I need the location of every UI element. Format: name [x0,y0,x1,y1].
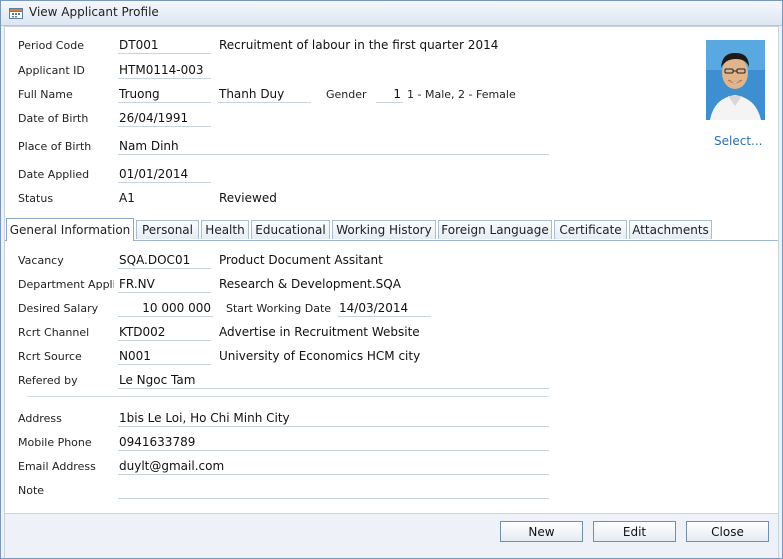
place-of-birth-label: Place of Birth [18,140,92,153]
applicant-id-field[interactable]: HTM0114-003 [118,62,211,79]
address-field[interactable]: 1bis Le Loi, Ho Chi Minh City [118,410,549,427]
status-label: Status [18,192,54,205]
vacancy-label: Vacancy [18,254,64,267]
tab-certificate[interactable]: Certificate [554,220,627,239]
period-code-field[interactable]: DT001 [118,37,211,54]
section-divider [27,396,549,397]
tab-educational[interactable]: Educational [251,220,330,239]
last-name-field[interactable]: Truong [118,86,211,103]
tab-attachments[interactable]: Attachments [629,220,712,239]
rcrt-channel-field[interactable]: KTD002 [118,324,211,341]
rcrt-source-description: University of Economics HCM city [219,349,421,363]
tab-general-information[interactable]: General Information [6,218,134,241]
place-of-birth-field[interactable]: Nam Dinh [118,138,549,155]
select-photo-link[interactable]: Select... [714,134,762,148]
calendar-icon [9,8,23,19]
first-name-field[interactable]: Thanh Duy [218,86,311,103]
form-body: Period Code DT001 Recruitment of labour … [4,26,779,558]
window-title: View Applicant Profile [29,5,159,19]
department-field[interactable]: FR.NV [118,276,211,293]
start-working-date-label: Start Working Date [226,302,332,315]
applicant-id-label: Applicant ID [18,64,85,77]
department-description: Research & Development.SQA [219,277,401,291]
title-bar: View Applicant Profile [1,1,782,26]
desired-salary-label: Desired Salary [18,302,99,315]
tab-working-history[interactable]: Working History [332,220,436,239]
vacancy-field[interactable]: SQA.DOC01 [118,252,211,269]
desired-salary-field[interactable]: 10 000 000 [118,300,213,317]
edit-button[interactable]: Edit [593,521,676,542]
rcrt-source-field[interactable]: N001 [118,348,211,365]
tab-strip: General Information Personal Health Educ… [5,218,778,241]
gender-hint: 1 - Male, 2 - Female [407,88,516,101]
gender-label: Gender [326,88,367,101]
note-label: Note [18,484,45,497]
date-of-birth-field[interactable]: 26/04/1991 [118,110,211,127]
status-field[interactable]: A1 [118,190,211,207]
close-button[interactable]: Close [686,521,769,542]
applicant-profile-window: View Applicant Profile Period Code DT001… [0,0,783,559]
note-field[interactable] [118,482,549,499]
mobile-phone-label: Mobile Phone [18,436,92,449]
email-address-field[interactable]: duylt@gmail.com [118,458,549,475]
department-label: Department Applied [18,278,114,291]
tab-health[interactable]: Health [201,220,249,239]
address-label: Address [18,412,62,425]
period-code-label: Period Code [18,39,84,52]
date-applied-field[interactable]: 01/01/2014 [118,166,211,183]
tab-foreign-language[interactable]: Foreign Language [438,220,552,239]
vacancy-description: Product Document Assitant [219,253,383,267]
new-button[interactable]: New [500,521,583,542]
portrait-image [706,40,765,120]
gender-field[interactable]: 1 [376,86,403,103]
status-description: Reviewed [219,191,277,205]
rcrt-channel-description: Advertise in Recruitment Website [219,325,420,339]
button-bar: New Edit Close [5,513,778,558]
refered-by-field[interactable]: Le Ngoc Tam [118,372,549,389]
email-address-label: Email Address [18,460,96,473]
rcrt-channel-label: Rcrt Channel [18,326,90,339]
period-code-description: Recruitment of labour in the first quart… [219,38,499,52]
full-name-label: Full Name [18,88,73,101]
mobile-phone-field[interactable]: 0941633789 [118,434,549,451]
rcrt-source-label: Rcrt Source [18,350,82,363]
start-working-date-field[interactable]: 14/03/2014 [338,300,431,317]
refered-by-label: Refered by [18,374,78,387]
tab-personal[interactable]: Personal [136,220,199,239]
applicant-photo [706,40,765,120]
date-applied-label: Date Applied [18,168,90,181]
date-of-birth-label: Date of Birth [18,112,89,125]
